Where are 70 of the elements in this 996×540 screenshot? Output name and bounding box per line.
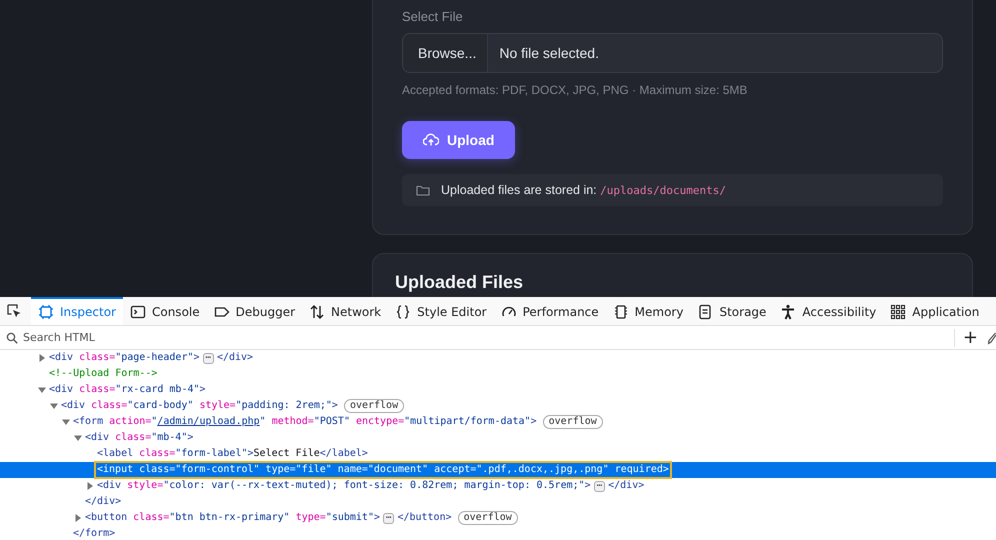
expanded-caret-icon[interactable] [74, 434, 82, 442]
devtools-tab[interactable]: Application [883, 297, 986, 325]
markup-text: </form> [72, 527, 116, 540]
markup-text: <label class="form-label">Select File</label> [96, 447, 369, 461]
cloud-upload-icon [423, 133, 439, 147]
markup-text: <div class="page-header"> [48, 351, 201, 365]
node-row[interactable]: <input class="form-control" type="file" name="document" accept=".pdf,.docx,.jpg,.png" required> [0, 462, 996, 478]
console-icon [130, 304, 146, 320]
expanded-caret-icon[interactable] [50, 402, 58, 410]
node-row[interactable]: <div class="card-body" style="padding: 2rem;"> overflow [50, 398, 996, 414]
collapsed-content-badge[interactable]: ⋯ [594, 480, 606, 492]
devtools-tab[interactable]: Debugger [206, 297, 302, 325]
pen-icon [988, 330, 996, 344]
markup-text: </div> [216, 351, 254, 365]
node-row[interactable]: <label class="form-label">Select File</label> [86, 446, 996, 462]
markup-text: <div class="mb-4"> [84, 431, 194, 445]
collapsed-caret-icon[interactable] [86, 482, 94, 490]
markup-text: </div> [84, 495, 122, 509]
element-picker-icon [6, 303, 22, 319]
section-title: Uploaded Files [395, 272, 524, 293]
devtools-tab[interactable]: Inspector [31, 297, 123, 325]
markup-text: </div> [607, 479, 646, 493]
hint-text: Accepted formats: PDF, DOCX, JPG, PNG · Maximum size: 5MB [402, 83, 748, 97]
collapsed-content-badge[interactable]: ⋯ [202, 352, 214, 364]
devtools-tab[interactable]: Performance [494, 297, 606, 325]
collapsed-caret-icon[interactable] [74, 514, 82, 522]
folder-icon [416, 184, 430, 196]
devtools-tab[interactable]: Memory [606, 297, 690, 325]
arrows-icon [309, 304, 326, 320]
devtools-tab[interactable]: Accessibility [773, 297, 884, 325]
devtools-tab[interactable]: Storage [690, 297, 774, 325]
devtools-tab[interactable]: Network [302, 297, 388, 325]
collapsed-content-badge[interactable]: ⋯ [383, 512, 394, 524]
node-row[interactable]: <form action="/admin/upload.php" method="POST" enctype="multipart/form-data"> overflow [62, 414, 996, 430]
markup-text: <form action="/admin/upload.php" method="POST" enctype="multipart/form-data"> [72, 415, 538, 429]
inspector-icon [38, 304, 54, 320]
markup-text: <div class="card-body" style="padding: 2rem;"> [60, 399, 339, 413]
file-input[interactable]: Browse... No file selected. [402, 33, 943, 73]
search-icon [6, 332, 18, 344]
markup-text: <div style="color: var(--rx-text-muted); font-size: 0.82rem; margin-top: 0.5rem;"> [96, 479, 592, 493]
expanded-caret-icon[interactable] [38, 386, 46, 394]
node-row[interactable]: <div style="color: var(--rx-text-muted); font-size: 0.82rem; margin-top: 0.5rem;"> ⋯ </div> [86, 478, 996, 494]
file-name: No file selected. [498, 44, 599, 63]
node-row[interactable]: <div class="mb-4"> [74, 430, 996, 446]
braces-icon [395, 304, 412, 320]
markup-text: <input class="form-control" type="file" name="document" accept=".pdf,.docx,.jpg,.png" required> [96, 463, 670, 477]
grid-icon [890, 304, 906, 320]
markup-text: <button class="btn btn-rx-primary" type="submit"> [84, 511, 382, 525]
person-icon [780, 304, 796, 320]
note-text: Uploaded files are stored in: /uploads/documents/ [441, 183, 726, 197]
node-row[interactable]: <div class="page-header"> ⋯ </div> [38, 350, 996, 366]
markup-text: <div class="rx-card mb-4"> [48, 383, 207, 397]
node-row[interactable]: <button class="btn btn-rx-primary" type="submit"> ⋯ </button> overflow [74, 510, 996, 526]
devtools-tab[interactable]: Style Editor [388, 297, 494, 325]
overflow-badge: overflow [542, 415, 603, 429]
markup-text: </button> [396, 511, 453, 525]
overflow-badge: overflow [458, 511, 518, 525]
overflow-badge: overflow [344, 399, 404, 413]
search-field[interactable]: Search HTML [23, 331, 954, 344]
node-row[interactable]: <!--Upload Form--> [38, 366, 996, 382]
field-label: Select File [402, 9, 464, 25]
document-icon [697, 304, 714, 320]
expanded-caret-icon[interactable] [62, 418, 70, 426]
browse-button[interactable]: Browse... [403, 34, 488, 72]
upload-button[interactable]: Upload [402, 121, 516, 159]
chip-icon [612, 304, 629, 320]
devtools-tab[interactable]: Console [122, 297, 207, 325]
collapsed-caret-icon[interactable] [38, 354, 46, 362]
markup-text: <!--Upload Form--> [48, 367, 158, 381]
node-row[interactable]: <div class="rx-card mb-4"> [38, 382, 996, 398]
